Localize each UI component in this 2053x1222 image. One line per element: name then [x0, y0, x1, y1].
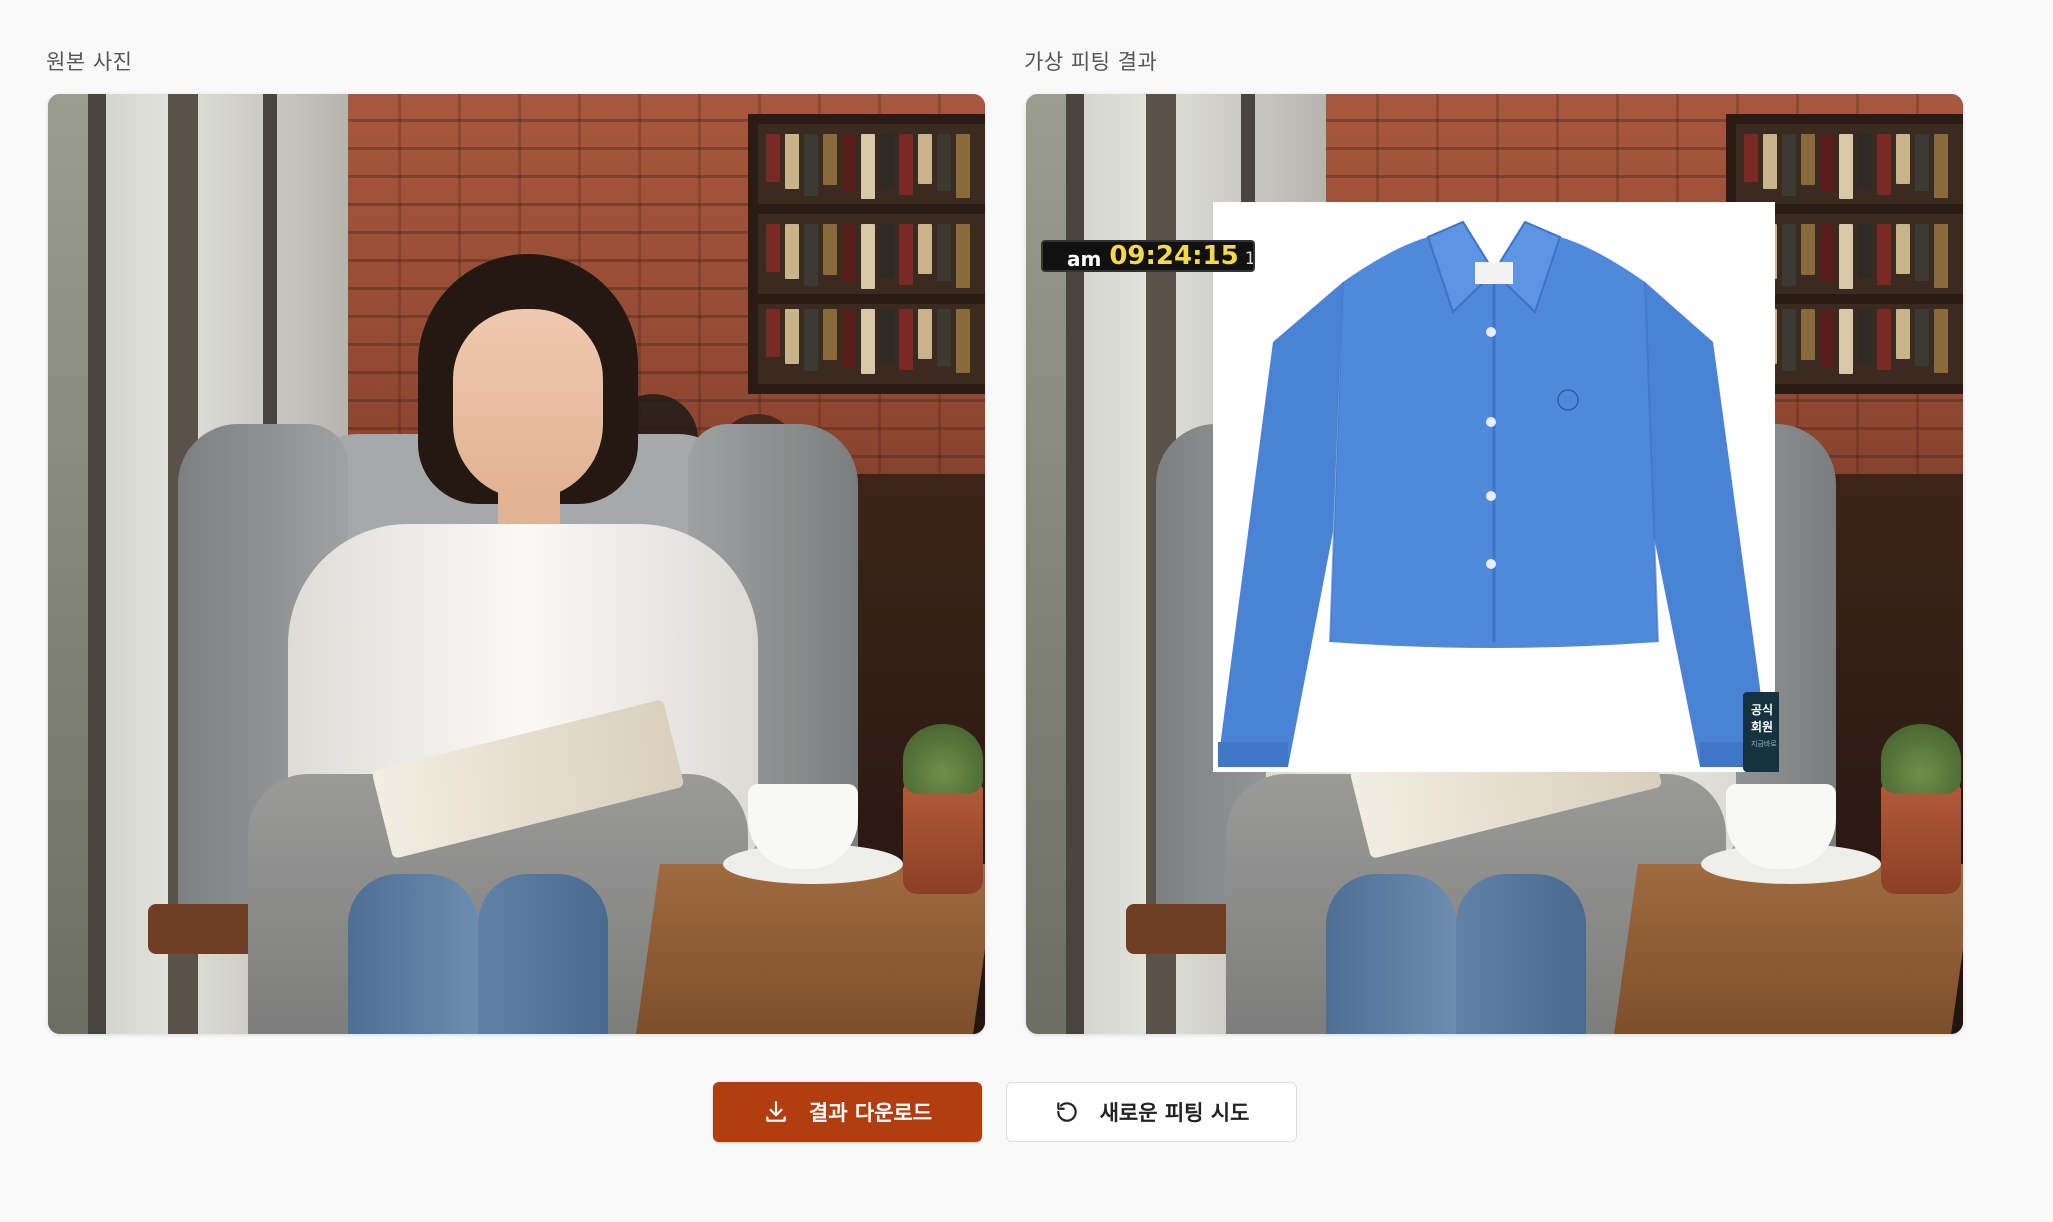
- shelf-book: [1915, 224, 1929, 281]
- download-button-label: 결과 다운로드: [808, 1101, 933, 1125]
- shelf-book: [918, 224, 932, 274]
- shelf-book: [1801, 134, 1815, 185]
- shelf-book: [1934, 134, 1948, 198]
- shelf-book: [861, 309, 875, 374]
- shelf-book: [823, 309, 837, 360]
- shelf-book: [804, 134, 818, 196]
- clock-seconds: 10: [1244, 249, 1255, 269]
- clock-ampm: am: [1067, 247, 1102, 271]
- shelf-book: [1858, 134, 1872, 188]
- shelf-book: [937, 309, 951, 366]
- shelf-book: [899, 134, 913, 195]
- shelf-book: [899, 224, 913, 285]
- shelf-book: [804, 224, 818, 286]
- cafe-scene: [48, 94, 985, 1034]
- shelf-book: [1839, 224, 1853, 289]
- shelf-book: [804, 309, 818, 371]
- shelf-book: [766, 134, 780, 182]
- shelf-book: [842, 309, 856, 367]
- shelf-book: [880, 309, 894, 363]
- shelf-book: [1782, 309, 1796, 371]
- panel-label-original: 원본 사진: [46, 50, 133, 74]
- retry-fitting-button[interactable]: 새로운 피팅 시도: [1006, 1082, 1297, 1142]
- shelf-book: [823, 134, 837, 185]
- shelf-book: [1782, 224, 1796, 286]
- shelf-book: [861, 134, 875, 199]
- shelf-book: [1858, 224, 1872, 278]
- side-ad-banner: 공식 회원 지금바로: [1743, 692, 1779, 772]
- shelf-book: [880, 224, 894, 278]
- panel-label-result: 가상 피팅 결과: [1024, 50, 1158, 74]
- shelf-book: [1744, 134, 1758, 182]
- result-photo: am 09:24:15 10 공식 회원 지금바로: [1026, 94, 1963, 1034]
- clock-time: 09:24:15: [1109, 241, 1239, 271]
- side-ad-line1: 공식: [1751, 703, 1774, 717]
- clock-badge: am 09:24:15 10: [1041, 240, 1255, 272]
- shelf-book: [956, 309, 970, 373]
- download-result-button[interactable]: 결과 다운로드: [713, 1082, 982, 1142]
- garment-overlay: [1213, 202, 1775, 772]
- shelf-book: [937, 224, 951, 281]
- shelf-book: [1877, 134, 1891, 195]
- shelf-book: [918, 309, 932, 359]
- shelf-book: [1801, 224, 1815, 275]
- blue-shirt-image: [1218, 220, 1770, 767]
- shelf-book: [1934, 309, 1948, 373]
- side-ad-line3: 지금바로: [1751, 740, 1777, 748]
- shelf-book: [1896, 224, 1910, 274]
- potted-plant: [1881, 724, 1961, 894]
- shelf-book: [1820, 309, 1834, 367]
- shelf-book: [1839, 134, 1853, 199]
- shelf-book: [785, 134, 799, 189]
- shelf-book: [1782, 134, 1796, 196]
- shelf-book: [1896, 134, 1910, 184]
- shelf-book: [1896, 309, 1910, 359]
- shelf-book: [842, 134, 856, 192]
- shelf-book: [861, 224, 875, 289]
- shelf-book: [880, 134, 894, 188]
- shelf-book: [1877, 309, 1891, 370]
- shelf-book: [1820, 224, 1834, 282]
- shelf-book: [1801, 309, 1815, 360]
- shelf-book: [956, 134, 970, 198]
- action-bar: 결과 다운로드 새로운 피팅 시도: [0, 1082, 2053, 1142]
- shelf-book: [1915, 309, 1929, 366]
- original-photo: [48, 94, 985, 1034]
- shelf-book: [1820, 134, 1834, 192]
- shelf-book: [918, 134, 932, 184]
- potted-plant: [903, 724, 983, 894]
- shelf-book: [823, 224, 837, 275]
- side-ad-line2: 회원: [1751, 720, 1774, 734]
- shelf-book: [956, 224, 970, 288]
- cafe-scene: am 09:24:15 10 공식 회원 지금바로: [1026, 94, 1963, 1034]
- shelf-book: [1877, 224, 1891, 285]
- shelf-book: [937, 134, 951, 191]
- shelf-book: [1839, 309, 1853, 374]
- shelf-book: [899, 309, 913, 370]
- retry-button-label: 새로운 피팅 시도: [1099, 1101, 1250, 1125]
- download-icon: [766, 1101, 786, 1122]
- shelf-book: [1915, 134, 1929, 191]
- shelf-book: [1858, 309, 1872, 363]
- refresh-icon: [1056, 1102, 1077, 1122]
- shelf-book: [1934, 224, 1948, 288]
- shelf-book: [1763, 134, 1777, 189]
- shelf-book: [842, 224, 856, 282]
